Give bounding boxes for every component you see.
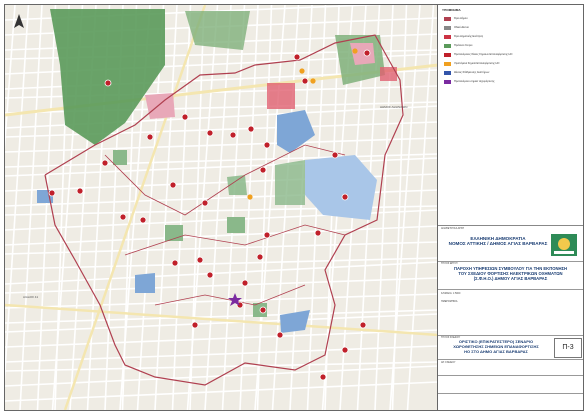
charger-point-icon: [206, 271, 214, 279]
legend: ΥΠΟΜΝΗΜΑ Όριο Δήμου Οδικό Δίκτυο Όριο Δημο…: [438, 5, 583, 226]
charger-point-icon: [319, 373, 327, 381]
charger-point-icon: [191, 321, 199, 329]
park-area-central: [275, 160, 305, 205]
legend-item-label: Προτεινόμενο σημείο ταχυφόρτισης: [454, 80, 495, 83]
charger-point-icon: [119, 213, 127, 221]
charger-point-icon: [247, 125, 255, 133]
country-title: ΕΛΛΗΝΙΚΗ ΔΗΜΟΚΡΑΤΙΑ ΝΟΜΟΣ ΑΤΤΙΚΗΣ / ΔΗΜΟ…: [448, 236, 548, 246]
charger-point-icon: [201, 199, 209, 207]
charger-point-icon: [256, 253, 264, 261]
charger-point-icon: [341, 193, 349, 201]
station-icon: [352, 48, 358, 54]
charger-point-icon: [263, 231, 271, 239]
title-block: ΑΝΑΘΕΤΟΥΣΑ ΑΡΧΗ ΕΛΛΗΝΙΚΗ ΔΗΜΟΚΡΑΤΙΑ ΝΟΜΟ…: [438, 225, 583, 410]
legend-swatch: [444, 26, 451, 30]
charger-point-icon: [48, 189, 56, 197]
charger-point-icon: [101, 159, 109, 167]
park-area-west: [113, 150, 127, 165]
label-sheet-no: ΑΡ. ΣΧΕΔΙΟΥ: [441, 361, 456, 364]
legend-item-label: Όριο Δημοτικής Ενότητας: [454, 35, 484, 38]
charger-point-icon: [171, 259, 179, 267]
legend-swatch: [444, 44, 451, 48]
legend-swatch: [444, 35, 451, 39]
label-scale: ΚΛΙΜΑΚΑ: 1:5000: [441, 292, 461, 295]
label-project: ΤΙΤΛΟΣ ΕΡΓΟΥ: [441, 262, 458, 265]
charger-point-icon: [341, 346, 349, 354]
label-drawing: ΤΙΤΛΟΣ ΣΧΕΔΙΟΥ: [441, 336, 461, 339]
charger-point-icon: [76, 187, 84, 195]
legend-item-label: Όριο Δήμου: [454, 17, 468, 20]
map-area[interactable]: ΑΙΑΞΟΣ 41 ΔΗΜΟΣ ΑΘΗΝΑΙΩΝ: [4, 4, 439, 411]
station-icon: [299, 68, 305, 74]
street-label: ΑΙΑΞΟΣ 41: [23, 295, 39, 299]
legend-item-label: Οδικό Δίκτυο: [454, 26, 469, 29]
charger-point-icon: [259, 166, 267, 174]
charger-point-icon: [263, 141, 271, 149]
blue-zone-south: [135, 273, 155, 293]
charger-point-icon: [359, 321, 367, 329]
red-zone-north: [267, 83, 295, 109]
charger-point-icon: [259, 306, 267, 314]
municipality-logo: [551, 234, 577, 256]
legend-item-label: Υφιστάμενα Σημεία Επαναφόρτισης ΗΟ: [454, 62, 500, 65]
park-area-s: [227, 217, 245, 233]
legend-item-label: Προτεινόμενες θέσεις Σημείων Επαναφόρτισ…: [454, 53, 513, 56]
legend-swatch: [444, 80, 451, 84]
charger-point-icon: [104, 79, 112, 87]
charger-point-icon: [314, 229, 322, 237]
charger-point-icon: [331, 151, 339, 159]
project-line-3: (Σ.Φ.Η.Ο.) ΔΗΜΟΥ ΑΓΙΑΣ ΒΑΡΒΑΡΑΣ: [473, 276, 548, 281]
charger-point-icon: [276, 331, 284, 339]
map-sheet: ΑΙΑΞΟΣ 41 ΔΗΜΟΣ ΑΘΗΝΑΙΩΝ ΥΠΟΜΝΗΜΑ Όριο Δ…: [0, 0, 587, 413]
street-label: ΔΗΜΟΣ ΑΘΗΝΑΙΩΝ: [380, 105, 408, 109]
legend-swatch: [444, 62, 451, 66]
charger-point-icon: [363, 49, 371, 57]
charger-point-icon: [241, 279, 249, 287]
charger-point-icon: [301, 77, 309, 85]
label-date: ΗΜΕΡΟΜΗΝΙΑ: [441, 300, 458, 303]
station-icon: [247, 194, 253, 200]
charger-point-icon: [196, 256, 204, 264]
charger-point-icon: [229, 131, 237, 139]
charger-point-icon: [181, 113, 189, 121]
charger-point-icon: [169, 181, 177, 189]
charger-point-icon: [293, 53, 301, 61]
sheet-number: Π-3: [554, 338, 582, 358]
charger-point-icon: [146, 133, 154, 141]
legend-swatch: [444, 71, 451, 75]
legend-title: ΥΠΟΜΝΗΜΑ: [442, 8, 461, 12]
legend-swatch: [444, 53, 451, 57]
pink-zone-west: [145, 93, 175, 119]
label-client: ΑΝΑΘΕΤΟΥΣΑ ΑΡΧΗ: [441, 227, 465, 230]
street-map: [5, 5, 438, 410]
drawing-title: ΟΡΙΣΤΙΚΟ (ΕΠΙΚΡΑΤΕΣΤΕΡΟ) ΣΕΝΑΡΙΟ ΧΩΡΟΘΕΤ…: [442, 339, 550, 354]
station-icon: [310, 78, 316, 84]
charger-point-icon: [206, 129, 214, 137]
legend-swatch: [444, 17, 451, 21]
drawing-line-3: ΗΟ ΣΤΟ ΔΗΜΟ ΑΓΙΑΣ ΒΑΡΒΑΡΑΣ: [464, 348, 528, 354]
side-panel: ΥΠΟΜΝΗΜΑ Όριο Δήμου Οδικό Δίκτυο Όριο Δημο…: [437, 4, 584, 411]
legend-item-label: Πράσινοι Χώροι: [454, 44, 473, 47]
north-arrow-icon: [13, 14, 25, 30]
legend-item-label: Θέσεις Στάθμευσης Αναπήρων: [454, 71, 490, 74]
project-title: ΠΑΡΟΧΗ ΥΠΗΡΕΣΙΩΝ ΣΥΜΒΟΥΛΟΥ ΓΙΑ ΤΗΝ ΕΚΠΟΝ…: [444, 266, 577, 281]
municipality-text: ΝΟΜΟΣ ΑΤΤΙΚΗΣ / ΔΗΜΟΣ ΑΓΙΑΣ ΒΑΡΒΑΡΑΣ: [448, 241, 548, 246]
charger-point-icon: [139, 216, 147, 224]
